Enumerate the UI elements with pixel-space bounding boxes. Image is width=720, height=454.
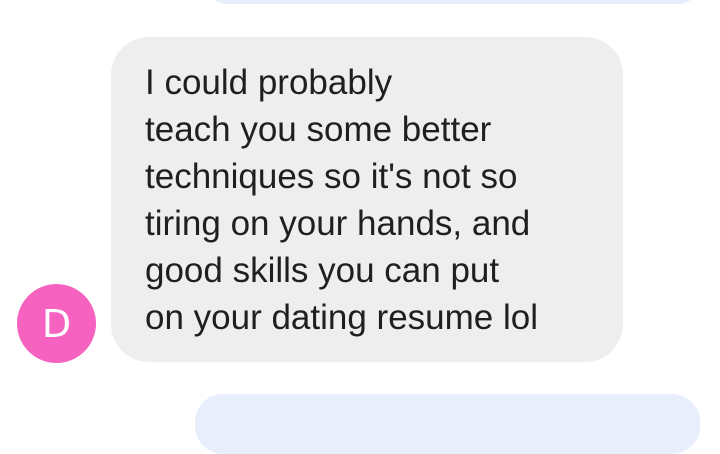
avatar-initial: D bbox=[41, 301, 72, 346]
outgoing-message-bubble-next[interactable] bbox=[195, 394, 700, 454]
sender-avatar[interactable]: D bbox=[17, 284, 96, 363]
outgoing-message-bubble-previous[interactable] bbox=[205, 0, 700, 4]
incoming-message-bubble[interactable]: I could probably teach you some better t… bbox=[111, 37, 623, 362]
message-text: I could probably teach you some better t… bbox=[145, 63, 538, 337]
